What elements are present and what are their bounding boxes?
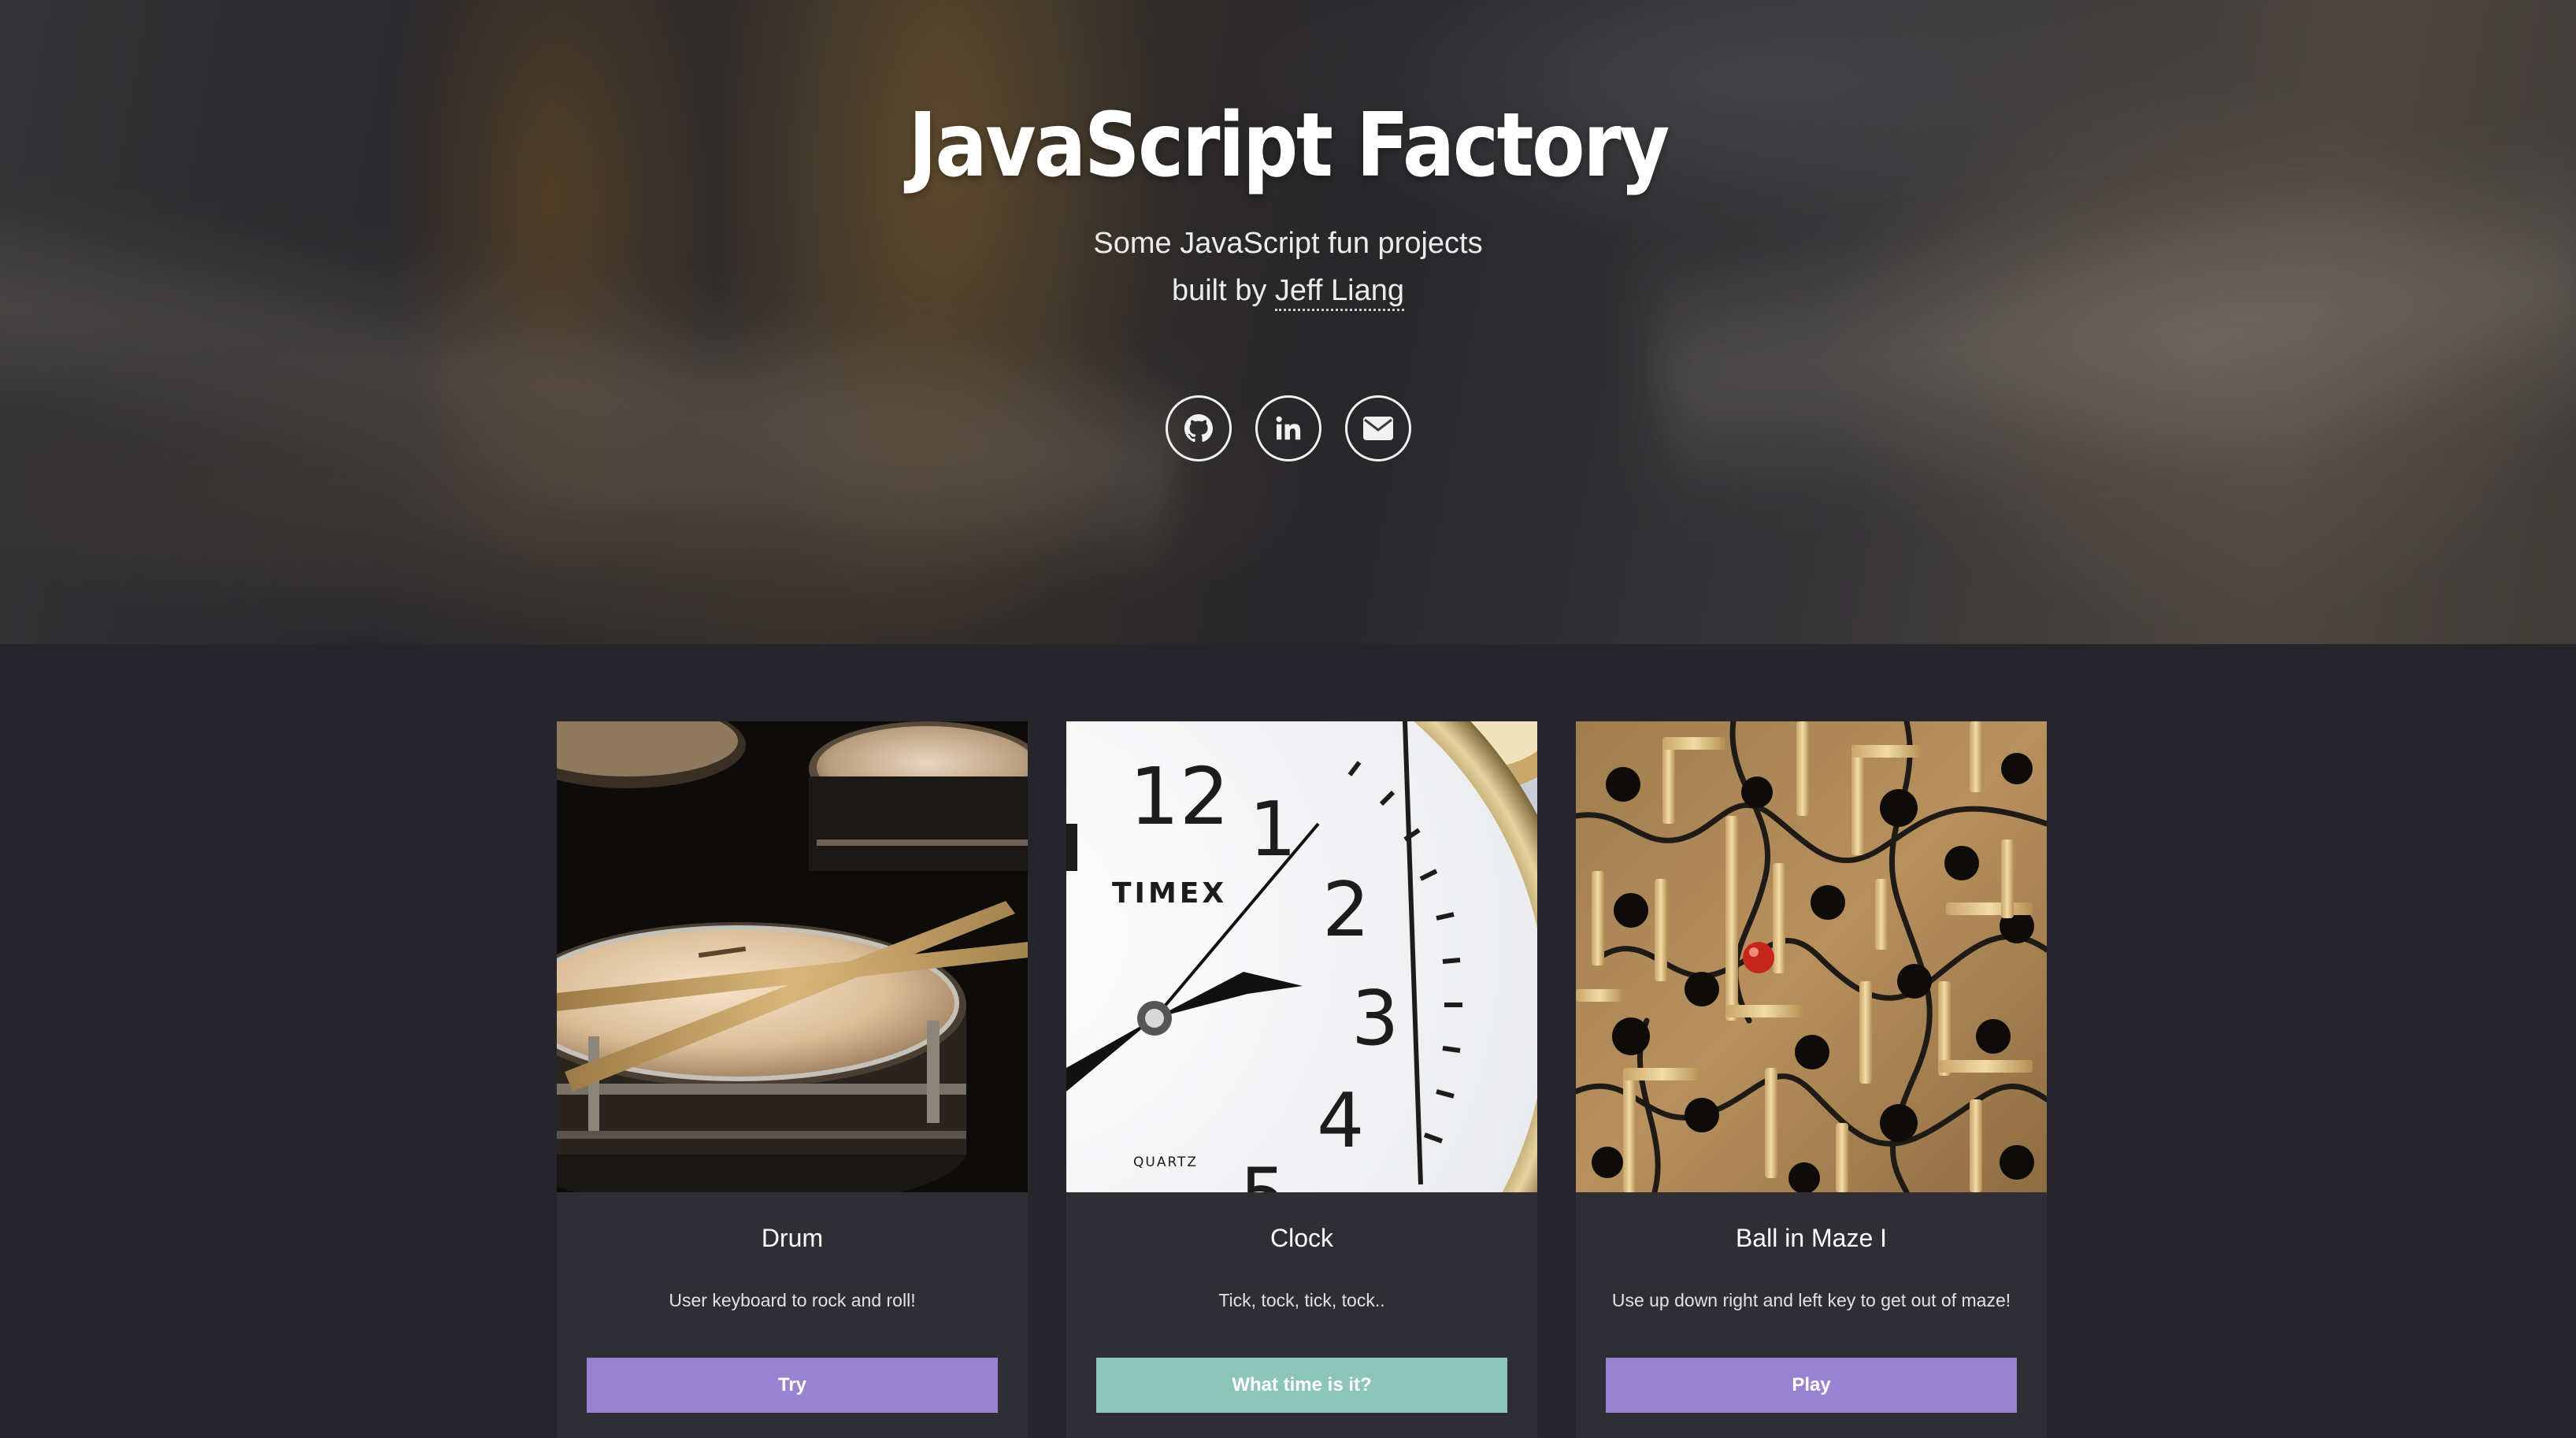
byline: built by Jeff Liang <box>0 274 2576 311</box>
card-title: Ball in Maze I <box>1735 1224 1888 1252</box>
what-time-button[interactable]: What time is it? <box>1096 1358 1507 1413</box>
clock-numeral-3: 3 <box>1351 976 1399 1062</box>
card-title: Clock <box>1269 1224 1333 1252</box>
clock-numeral-4: 4 <box>1317 1078 1364 1165</box>
github-link[interactable] <box>1165 395 1232 461</box>
project-grid: Drum User keyboard to rock and roll! Try <box>557 721 2047 1438</box>
card-title: Drum <box>761 1224 824 1252</box>
hero-banner: JavaScript Factory Some JavaScript fun p… <box>0 0 2576 644</box>
card-description: User keyboard to rock and roll! <box>669 1290 916 1310</box>
clock-numeral-12: 12 <box>1129 751 1229 843</box>
project-card-drum: Drum User keyboard to rock and roll! Try <box>557 721 1028 1438</box>
linkedin-link[interactable] <box>1255 395 1321 461</box>
email-link[interactable] <box>1344 395 1411 461</box>
clock-numeral-5: 5 <box>1240 1153 1287 1192</box>
social-links <box>0 395 2576 461</box>
envelope-icon <box>1362 416 1394 441</box>
project-card-clock: 12 1 2 3 4 5 TIMEX QUARTZ Clock Tick, <box>1066 721 1537 1438</box>
clock-brand-label: TIMEX <box>1112 877 1227 910</box>
card-description: Tick, tock, tick, tock.. <box>1218 1290 1385 1310</box>
clock-numeral-2: 2 <box>1322 867 1370 954</box>
author-link[interactable]: Jeff Liang <box>1274 274 1405 311</box>
play-button[interactable]: Play <box>1606 1358 2017 1413</box>
drum-image <box>557 721 1028 1192</box>
site-title: JavaScript Factory <box>908 95 1670 197</box>
clock-model-label: QUARTZ <box>1133 1154 1198 1170</box>
byline-prefix: built by <box>1171 274 1275 307</box>
project-card-maze: Ball in Maze I Use up down right and lef… <box>1576 721 2047 1438</box>
clock-image: 12 1 2 3 4 5 TIMEX QUARTZ <box>1066 721 1537 1192</box>
card-description: Use up down right and left key to get ou… <box>1611 1290 2011 1310</box>
maze-image <box>1576 721 2047 1192</box>
site-subtitle: Some JavaScript fun projects <box>1093 227 1483 260</box>
linkedin-icon <box>1274 414 1303 443</box>
try-button[interactable]: Try <box>587 1358 998 1413</box>
github-icon <box>1184 414 1213 443</box>
